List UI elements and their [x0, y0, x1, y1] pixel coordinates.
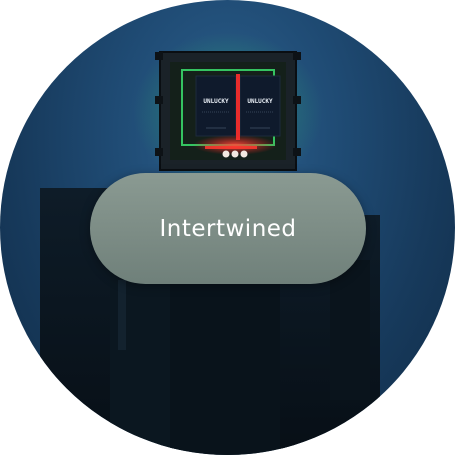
title-pill[interactable]: Intertwined	[90, 173, 366, 284]
device-screens: UNLUCKY UNLUCKY	[195, 74, 281, 140]
right-screen-label: UNLUCKY	[247, 98, 273, 105]
left-screen-label: UNLUCKY	[203, 98, 229, 105]
thumbnail-card[interactable]: UNLUCKY UNLUCKY Intertwined	[0, 0, 455, 455]
card-title: Intertwined	[159, 215, 297, 242]
